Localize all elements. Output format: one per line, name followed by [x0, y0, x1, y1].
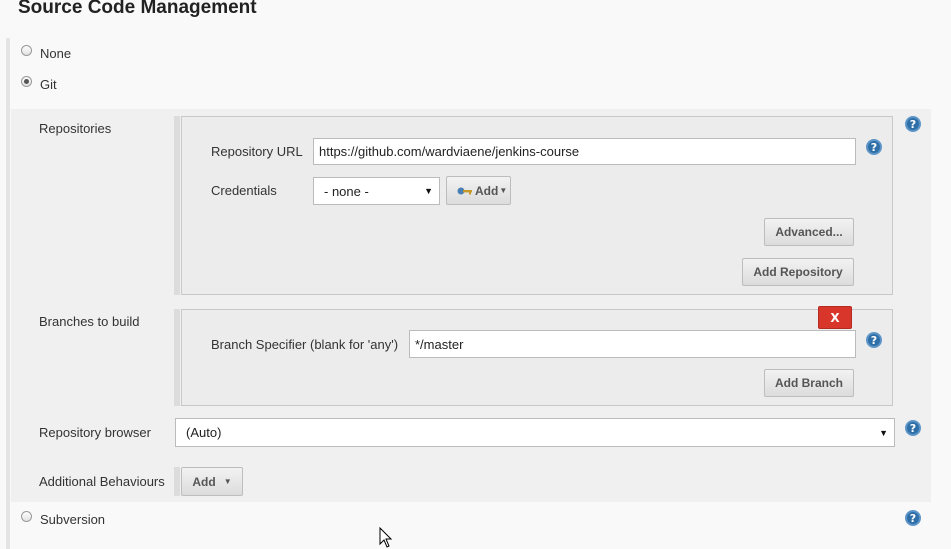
repository-url-label: Repository URL	[211, 144, 303, 159]
delete-branch-button[interactable]: X	[818, 306, 852, 329]
dropdown-arrow-icon: ▼	[223, 477, 232, 486]
add-behaviour-label: Add	[192, 474, 216, 489]
radio-git-label[interactable]: Git	[40, 77, 57, 92]
additional-behaviours-label: Additional Behaviours	[39, 474, 165, 489]
add-credentials-button[interactable]: Add ▼	[446, 176, 511, 205]
help-icon[interactable]: ?	[905, 510, 921, 526]
dropdown-arrow-icon: ▼	[424, 186, 433, 196]
branch-specifier-label: Branch Specifier (blank for 'any')	[211, 337, 399, 352]
radio-subversion[interactable]	[21, 511, 32, 522]
branch-section-bar	[174, 309, 180, 406]
repository-browser-label: Repository browser	[39, 425, 151, 440]
credentials-select-value: - none -	[324, 183, 369, 199]
section-indent-bar	[6, 38, 10, 549]
help-icon[interactable]: ?	[905, 116, 921, 132]
dropdown-arrow-icon: ▼	[499, 186, 508, 195]
dropdown-arrow-icon: ▼	[879, 427, 888, 438]
repository-browser-value: (Auto)	[186, 425, 222, 440]
behaviours-section-bar	[174, 467, 180, 496]
repository-section-bar	[174, 116, 180, 295]
key-icon	[457, 187, 472, 194]
section-title: Source Code Management	[18, 0, 257, 18]
add-credentials-label: Add	[475, 183, 499, 198]
help-icon[interactable]: ?	[905, 420, 921, 436]
radio-git[interactable]	[21, 76, 32, 87]
credentials-label: Credentials	[211, 183, 277, 198]
add-branch-button[interactable]: Add Branch	[764, 369, 854, 397]
add-repository-button[interactable]: Add Repository	[742, 258, 854, 286]
repository-browser-select[interactable]: (Auto) ▼	[175, 418, 895, 447]
add-behaviour-button[interactable]: Add ▼	[181, 467, 243, 496]
branches-to-build-label: Branches to build	[39, 314, 140, 329]
radio-subversion-label[interactable]: Subversion	[40, 512, 105, 527]
radio-none[interactable]	[21, 45, 32, 56]
advanced-button[interactable]: Advanced...	[764, 218, 854, 246]
repositories-label: Repositories	[39, 121, 112, 136]
help-icon[interactable]: ?	[866, 332, 882, 348]
mouse-cursor-icon	[379, 527, 393, 548]
credentials-select[interactable]: - none - ▼	[313, 177, 440, 205]
repository-url-input[interactable]: https://github.com/wardviaene/jenkins-co…	[313, 138, 856, 165]
branch-specifier-input[interactable]: */master	[409, 330, 856, 358]
help-icon[interactable]: ?	[866, 139, 882, 155]
radio-none-label[interactable]: None	[40, 46, 71, 61]
